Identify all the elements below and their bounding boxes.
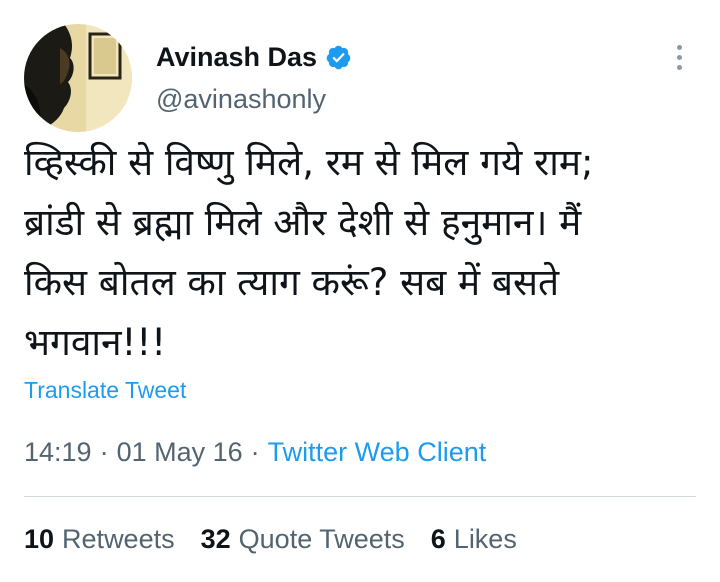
- meta-separator: ·: [99, 437, 109, 467]
- quote-tweets-count: 32: [200, 524, 231, 554]
- quote-tweets-label: Quote Tweets: [238, 524, 405, 554]
- more-dot: [676, 54, 682, 60]
- tweet-source-link[interactable]: Twitter Web Client: [268, 437, 487, 467]
- translate-tweet-link[interactable]: Translate Tweet: [24, 377, 186, 404]
- likes-count: 6: [430, 524, 446, 554]
- tweet-detail: Avinash Das @avinashonly व्हिस्की से विष…: [0, 0, 720, 582]
- tweet-text-line: व्हिस्की से विष्णु मिले, रम से मिल गये र…: [24, 141, 594, 184]
- tweet-stats: 10 Retweets 32 Quote Tweets 6 Likes: [24, 524, 543, 555]
- more-dot: [676, 64, 682, 70]
- more-dot: [676, 44, 682, 50]
- likes-label: Likes: [453, 524, 517, 554]
- meta-separator: ·: [250, 437, 260, 467]
- tweet-text-line: किस बोतल का त्याग करूं? सब में बसते: [24, 261, 560, 304]
- author-display-name[interactable]: Avinash Das: [156, 42, 317, 73]
- avatar[interactable]: [24, 24, 132, 132]
- tweet-text: व्हिस्की से विष्णु मिले, रम से मिल गये र…: [24, 133, 696, 373]
- avatar-photo-icon: [24, 24, 132, 132]
- retweets-label: Retweets: [62, 524, 175, 554]
- tweet-date[interactable]: 01 May 16: [117, 437, 243, 467]
- author-handle[interactable]: @avinashonly: [156, 84, 326, 115]
- more-options-icon[interactable]: [664, 38, 694, 76]
- divider: [24, 496, 696, 497]
- retweets-count: 10: [24, 524, 55, 554]
- author-name-row: Avinash Das: [156, 38, 352, 76]
- quote-tweets-stat[interactable]: 32 Quote Tweets: [201, 524, 405, 555]
- tweet-metadata: 14:19 · 01 May 16 · Twitter Web Client: [24, 437, 486, 468]
- tweet-text-line: ब्रांडी से ब्रह्मा मिले और देशी से हनुमा…: [24, 201, 582, 244]
- tweet-text-line: भगवान!!!: [24, 321, 167, 364]
- retweets-stat[interactable]: 10 Retweets: [24, 524, 175, 555]
- likes-stat[interactable]: 6 Likes: [431, 524, 517, 555]
- tweet-time[interactable]: 14:19: [24, 437, 92, 467]
- verified-badge-icon: [325, 44, 352, 71]
